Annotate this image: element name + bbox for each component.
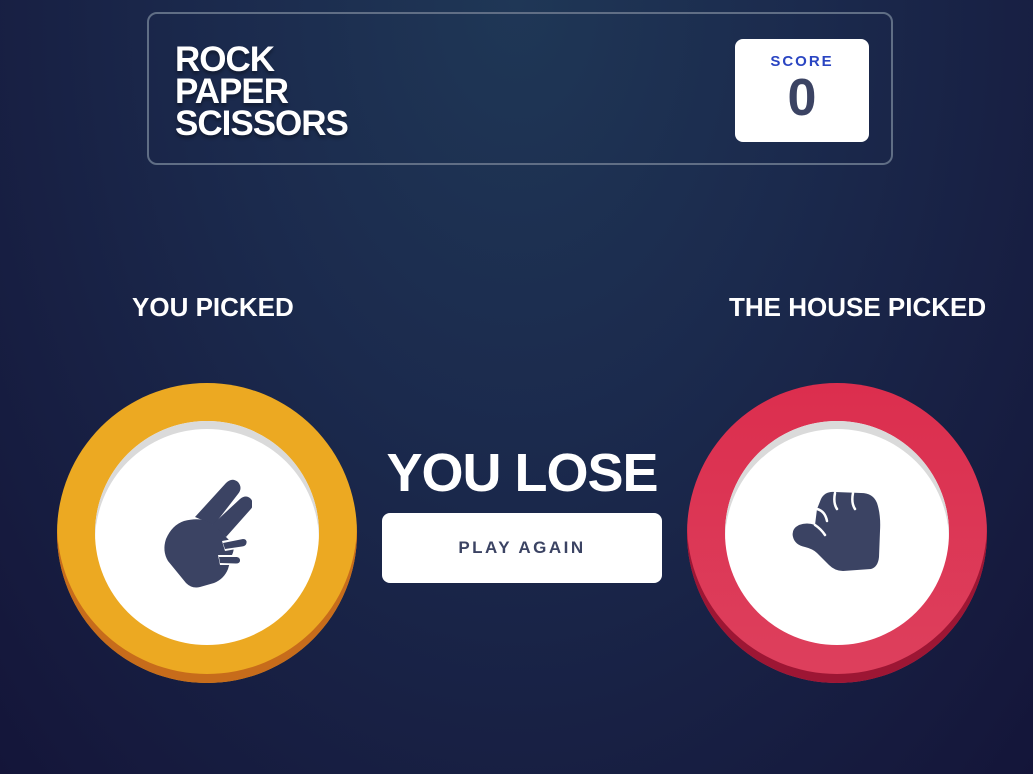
scissors-hand-icon [164,479,252,588]
header: ROCK PAPER SCISSORS SCORE 0 [147,12,893,165]
house-choice-rock [687,383,987,683]
house-pick-label: THE HOUSE PICKED [729,292,987,322]
player-chip-face [95,421,319,645]
play-again-button[interactable]: PLAY AGAIN [382,513,662,583]
score-label: SCORE [770,53,834,70]
player-pick-label: YOU PICKED [132,292,294,322]
score-card: SCORE 0 [735,39,869,142]
rock-fist-icon [792,491,881,571]
player-choice-scissors [57,383,357,683]
result-text: YOU LOSE [386,443,658,503]
score-value: 0 [787,69,817,127]
title-line-scissors: SCISSORS [175,104,349,143]
game-title: ROCK PAPER SCISSORS [175,42,349,143]
house-chip-face [725,421,949,645]
